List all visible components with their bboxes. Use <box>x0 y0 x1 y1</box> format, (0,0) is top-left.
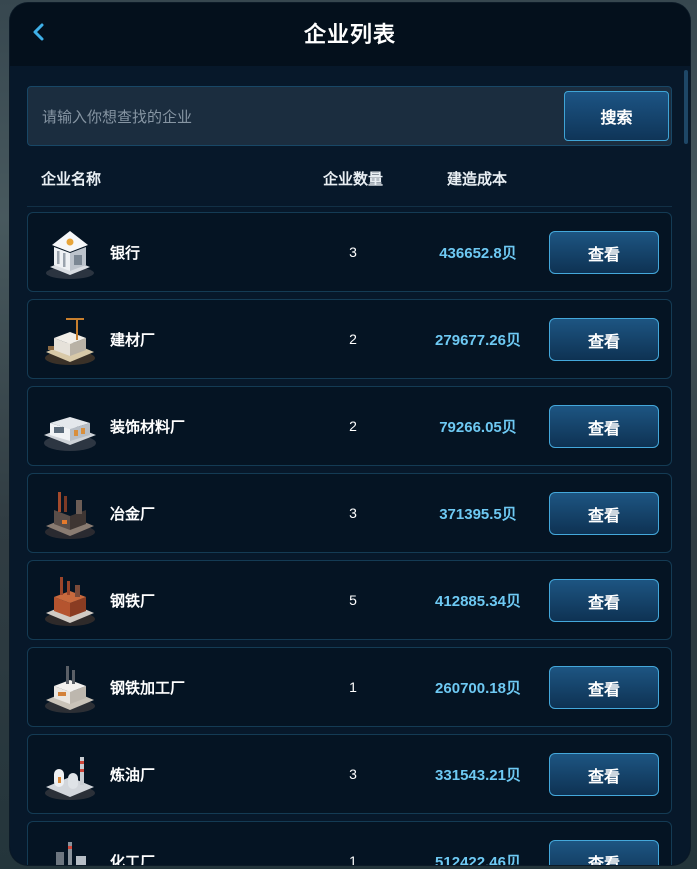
view-button[interactable]: 查看 <box>549 753 659 796</box>
header: 企业列表 <box>10 3 690 66</box>
enterprise-name: 银行 <box>110 245 141 262</box>
search-input[interactable] <box>40 101 544 133</box>
enterprise-count: 3 <box>349 244 357 260</box>
table-row: 装饰材料厂 2 79266.05贝 查看 <box>27 386 672 466</box>
enterprise-count: 3 <box>349 766 357 782</box>
oil-refinery-icon <box>45 757 95 800</box>
view-button[interactable]: 查看 <box>549 666 659 709</box>
enterprise-name: 钢铁厂 <box>110 593 156 610</box>
table-row: 钢铁厂 5 412885.34贝 查看 <box>27 560 672 640</box>
bank-icon <box>46 231 94 279</box>
enterprise-cost: 260700.18贝 <box>435 680 521 697</box>
view-button[interactable]: 查看 <box>549 405 659 448</box>
enterprise-cost: 371395.5贝 <box>439 506 517 523</box>
view-button[interactable]: 查看 <box>549 231 659 274</box>
enterprise-name: 化工厂 <box>110 854 156 865</box>
view-button[interactable]: 查看 <box>549 840 659 865</box>
enterprise-name: 钢铁加工厂 <box>110 680 186 697</box>
metallurgy-plant-icon <box>45 492 95 539</box>
table-row: 炼油厂 3 331543.21贝 查看 <box>27 734 672 814</box>
view-button[interactable]: 查看 <box>549 579 659 622</box>
column-header-cost: 建造成本 <box>447 171 508 188</box>
enterprise-count: 2 <box>349 331 357 347</box>
scrollbar[interactable] <box>684 70 688 144</box>
enterprise-count: 2 <box>349 418 357 434</box>
steel-processing-plant-icon <box>45 666 95 713</box>
table-row: 钢铁加工厂 1 260700.18贝 查看 <box>27 647 672 727</box>
steel-mill-icon <box>45 577 95 626</box>
page-title: 企业列表 <box>303 22 396 47</box>
table-header: 企业名称 企业数量 建造成本 <box>27 158 672 207</box>
search-bar: 搜索 <box>27 86 672 146</box>
column-header-name: 企业名称 <box>41 171 102 188</box>
building-materials-factory-icon <box>45 318 95 365</box>
table-row: 银行 3 436652.8贝 查看 <box>27 212 672 292</box>
enterprise-cost: 79266.05贝 <box>439 419 517 436</box>
decoration-materials-factory-icon <box>44 417 96 451</box>
enterprise-name: 炼油厂 <box>110 767 156 784</box>
enterprise-name: 装饰材料厂 <box>110 419 186 436</box>
enterprise-count: 1 <box>349 853 357 865</box>
search-button[interactable]: 搜索 <box>564 91 669 141</box>
content-area: 搜索 企业名称 企业数量 建造成本 银行 <box>10 66 690 865</box>
enterprise-cost: 412885.34贝 <box>435 593 521 610</box>
column-header-count: 企业数量 <box>323 171 384 188</box>
table-row: 建材厂 2 279677.26贝 查看 <box>27 299 672 379</box>
enterprise-list-panel: 企业列表 搜索 企业名称 企业数量 建造成本 <box>10 3 690 865</box>
enterprise-name: 冶金厂 <box>110 506 156 523</box>
enterprise-count: 1 <box>349 679 357 695</box>
chemical-plant-icon <box>56 842 86 865</box>
enterprise-cost: 436652.8贝 <box>439 245 517 262</box>
enterprise-count: 3 <box>349 505 357 521</box>
table-row: 冶金厂 3 371395.5贝 查看 <box>27 473 672 553</box>
enterprise-cost: 279677.26贝 <box>435 332 521 349</box>
enterprise-cost: 331543.21贝 <box>435 767 521 784</box>
enterprise-count: 5 <box>349 592 357 608</box>
table-row: 化工厂 1 512422.46贝 查看 <box>27 821 672 865</box>
enterprise-name: 建材厂 <box>110 332 156 349</box>
view-button[interactable]: 查看 <box>549 492 659 535</box>
view-button[interactable]: 查看 <box>549 318 659 361</box>
enterprise-cost: 512422.46贝 <box>435 854 521 865</box>
